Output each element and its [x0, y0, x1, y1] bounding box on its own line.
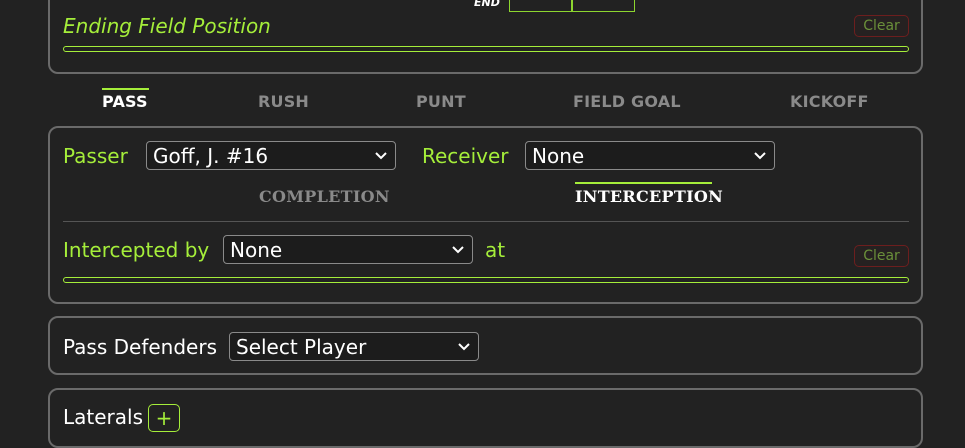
tab-kickoff[interactable]: KICKOFF — [790, 92, 869, 111]
interception-spot-bar[interactable] — [63, 277, 909, 283]
tab-punt[interactable]: PUNT — [416, 92, 466, 111]
add-lateral-button[interactable]: + — [148, 404, 180, 432]
tab-field-goal[interactable]: FIELD GOAL — [573, 92, 681, 111]
passer-select-value: Goff, J. #16 — [153, 143, 269, 168]
tab-completion[interactable]: COMPLETION — [259, 187, 390, 206]
pass-defenders-label: Pass Defenders — [63, 335, 217, 359]
passer-label: Passer — [63, 144, 128, 168]
chevron-down-icon — [754, 152, 766, 160]
clear-ending-field-button[interactable]: Clear — [854, 15, 909, 37]
divider — [63, 221, 909, 222]
end-zone-label: END — [474, 0, 500, 9]
tab-pass-underline — [102, 88, 149, 90]
tab-interception-underline — [575, 182, 712, 184]
receiver-select-value: None — [532, 143, 585, 168]
tab-pass[interactable]: PASS — [102, 92, 148, 111]
receiver-select[interactable]: None — [525, 141, 775, 170]
passer-select[interactable]: Goff, J. #16 — [146, 141, 396, 170]
clear-interception-button[interactable]: Clear — [854, 245, 909, 267]
pass-defenders-select[interactable]: Select Player — [229, 332, 479, 361]
field-cell[interactable] — [509, 0, 572, 12]
ending-field-title: Ending Field Position — [63, 14, 271, 38]
chevron-down-icon — [458, 343, 470, 351]
chevron-down-icon — [375, 152, 387, 160]
laterals-label: Laterals — [63, 405, 143, 429]
intercepted-by-label: Intercepted by — [63, 238, 210, 262]
pass-defenders-select-value: Select Player — [236, 334, 367, 359]
field-cell[interactable] — [572, 0, 635, 12]
intercepted-by-select-value: None — [230, 237, 283, 262]
at-label: at — [485, 238, 506, 262]
intercepted-by-select[interactable]: None — [223, 235, 473, 264]
chevron-down-icon — [452, 246, 464, 254]
tab-interception[interactable]: INTERCEPTION — [575, 187, 723, 206]
ending-field-bar[interactable] — [63, 46, 909, 52]
tab-rush[interactable]: RUSH — [258, 92, 309, 111]
receiver-label: Receiver — [422, 144, 509, 168]
